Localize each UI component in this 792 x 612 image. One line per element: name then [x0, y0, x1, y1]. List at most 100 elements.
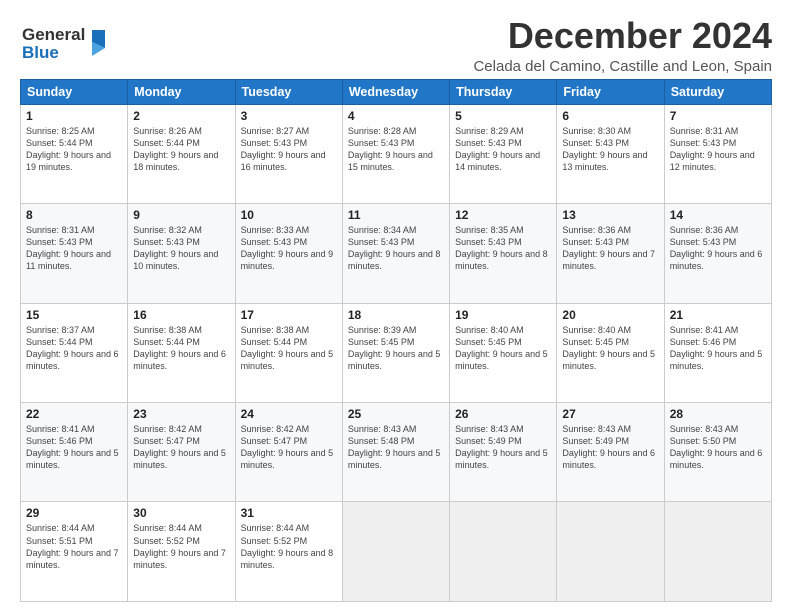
- day-number: 16: [133, 308, 229, 322]
- day-info: Sunrise: 8:44 AMSunset: 5:51 PMDaylight:…: [26, 522, 122, 571]
- day-number: 5: [455, 109, 551, 123]
- logo: General Blue: [20, 20, 110, 69]
- day-number: 10: [241, 208, 337, 222]
- day-number: 19: [455, 308, 551, 322]
- title-block: December 2024 Celada del Camino, Castill…: [473, 16, 772, 75]
- day-number: 27: [562, 407, 658, 421]
- table-row: 5 Sunrise: 8:29 AMSunset: 5:43 PMDaylight…: [450, 104, 557, 203]
- col-saturday: Saturday: [664, 79, 771, 104]
- calendar-week-2: 8 Sunrise: 8:31 AMSunset: 5:43 PMDaylight…: [21, 204, 772, 303]
- col-tuesday: Tuesday: [235, 79, 342, 104]
- day-info: Sunrise: 8:34 AMSunset: 5:43 PMDaylight:…: [348, 224, 444, 273]
- header: General Blue December 2024 Celada del Ca…: [20, 16, 772, 75]
- day-number: 29: [26, 506, 122, 520]
- table-row: 30 Sunrise: 8:44 AMSunset: 5:52 PMDayligh…: [128, 502, 235, 602]
- table-row: [664, 502, 771, 602]
- day-info: Sunrise: 8:43 AMSunset: 5:50 PMDaylight:…: [670, 423, 766, 472]
- day-number: 30: [133, 506, 229, 520]
- table-row: 1 Sunrise: 8:25 AMSunset: 5:44 PMDaylight…: [21, 104, 128, 203]
- day-info: Sunrise: 8:25 AMSunset: 5:44 PMDaylight:…: [26, 125, 122, 174]
- day-info: Sunrise: 8:31 AMSunset: 5:43 PMDaylight:…: [670, 125, 766, 174]
- month-title: December 2024: [473, 16, 772, 56]
- table-row: [342, 502, 449, 602]
- table-row: 3 Sunrise: 8:27 AMSunset: 5:43 PMDaylight…: [235, 104, 342, 203]
- day-info: Sunrise: 8:43 AMSunset: 5:49 PMDaylight:…: [562, 423, 658, 472]
- day-number: 25: [348, 407, 444, 421]
- table-row: 10 Sunrise: 8:33 AMSunset: 5:43 PMDayligh…: [235, 204, 342, 303]
- col-sunday: Sunday: [21, 79, 128, 104]
- svg-text:General: General: [22, 25, 85, 44]
- calendar-table: Sunday Monday Tuesday Wednesday Thursday…: [20, 79, 772, 602]
- day-info: Sunrise: 8:28 AMSunset: 5:43 PMDaylight:…: [348, 125, 444, 174]
- table-row: 14Sunrise: 8:36 AMSunset: 5:43 PMDayligh…: [664, 204, 771, 303]
- day-number: 15: [26, 308, 122, 322]
- table-row: 29 Sunrise: 8:44 AMSunset: 5:51 PMDayligh…: [21, 502, 128, 602]
- day-number: 21: [670, 308, 766, 322]
- col-friday: Friday: [557, 79, 664, 104]
- table-row: 22Sunrise: 8:41 AMSunset: 5:46 PMDayligh…: [21, 403, 128, 502]
- day-number: 12: [455, 208, 551, 222]
- table-row: 16 Sunrise: 8:38 AMSunset: 5:44 PMDayligh…: [128, 303, 235, 402]
- day-info: Sunrise: 8:37 AMSunset: 5:44 PMDaylight:…: [26, 324, 122, 373]
- day-number: 1: [26, 109, 122, 123]
- day-info: Sunrise: 8:31 AMSunset: 5:43 PMDaylight:…: [26, 224, 122, 273]
- day-number: 2: [133, 109, 229, 123]
- table-row: 17Sunrise: 8:38 AMSunset: 5:44 PMDayligh…: [235, 303, 342, 402]
- day-info: Sunrise: 8:32 AMSunset: 5:43 PMDaylight:…: [133, 224, 229, 273]
- col-wednesday: Wednesday: [342, 79, 449, 104]
- day-number: 4: [348, 109, 444, 123]
- day-number: 23: [133, 407, 229, 421]
- day-info: Sunrise: 8:41 AMSunset: 5:46 PMDaylight:…: [670, 324, 766, 373]
- day-info: Sunrise: 8:41 AMSunset: 5:46 PMDaylight:…: [26, 423, 122, 472]
- table-row: 13Sunrise: 8:36 AMSunset: 5:43 PMDayligh…: [557, 204, 664, 303]
- day-number: 9: [133, 208, 229, 222]
- day-info: Sunrise: 8:39 AMSunset: 5:45 PMDaylight:…: [348, 324, 444, 373]
- day-info: Sunrise: 8:36 AMSunset: 5:43 PMDaylight:…: [670, 224, 766, 273]
- day-number: 8: [26, 208, 122, 222]
- table-row: 20 Sunrise: 8:40 AMSunset: 5:45 PMDayligh…: [557, 303, 664, 402]
- day-info: Sunrise: 8:35 AMSunset: 5:43 PMDaylight:…: [455, 224, 551, 273]
- logo-text: General Blue: [20, 20, 110, 69]
- calendar-week-4: 22Sunrise: 8:41 AMSunset: 5:46 PMDayligh…: [21, 403, 772, 502]
- calendar-body: 1 Sunrise: 8:25 AMSunset: 5:44 PMDaylight…: [21, 104, 772, 601]
- table-row: 7 Sunrise: 8:31 AMSunset: 5:43 PMDaylight…: [664, 104, 771, 203]
- table-row: 4 Sunrise: 8:28 AMSunset: 5:43 PMDaylight…: [342, 104, 449, 203]
- table-row: 9 Sunrise: 8:32 AMSunset: 5:43 PMDaylight…: [128, 204, 235, 303]
- day-info: Sunrise: 8:43 AMSunset: 5:49 PMDaylight:…: [455, 423, 551, 472]
- day-info: Sunrise: 8:42 AMSunset: 5:47 PMDaylight:…: [133, 423, 229, 472]
- page: General Blue December 2024 Celada del Ca…: [0, 0, 792, 612]
- day-number: 6: [562, 109, 658, 123]
- day-info: Sunrise: 8:44 AMSunset: 5:52 PMDaylight:…: [133, 522, 229, 571]
- day-info: Sunrise: 8:40 AMSunset: 5:45 PMDaylight:…: [455, 324, 551, 373]
- table-row: 25Sunrise: 8:43 AMSunset: 5:48 PMDayligh…: [342, 403, 449, 502]
- day-number: 11: [348, 208, 444, 222]
- logo-svg: General Blue: [20, 20, 110, 64]
- day-info: Sunrise: 8:30 AMSunset: 5:43 PMDaylight:…: [562, 125, 658, 174]
- day-number: 3: [241, 109, 337, 123]
- table-row: [557, 502, 664, 602]
- table-row: 2 Sunrise: 8:26 AMSunset: 5:44 PMDaylight…: [128, 104, 235, 203]
- day-info: Sunrise: 8:33 AMSunset: 5:43 PMDaylight:…: [241, 224, 337, 273]
- table-row: 8 Sunrise: 8:31 AMSunset: 5:43 PMDaylight…: [21, 204, 128, 303]
- day-number: 7: [670, 109, 766, 123]
- table-row: 15 Sunrise: 8:37 AMSunset: 5:44 PMDayligh…: [21, 303, 128, 402]
- day-number: 20: [562, 308, 658, 322]
- table-row: 27 Sunrise: 8:43 AMSunset: 5:49 PMDayligh…: [557, 403, 664, 502]
- day-info: Sunrise: 8:27 AMSunset: 5:43 PMDaylight:…: [241, 125, 337, 174]
- table-row: 26Sunrise: 8:43 AMSunset: 5:49 PMDayligh…: [450, 403, 557, 502]
- day-info: Sunrise: 8:26 AMSunset: 5:44 PMDaylight:…: [133, 125, 229, 174]
- day-info: Sunrise: 8:40 AMSunset: 5:45 PMDaylight:…: [562, 324, 658, 373]
- day-info: Sunrise: 8:38 AMSunset: 5:44 PMDaylight:…: [133, 324, 229, 373]
- day-info: Sunrise: 8:42 AMSunset: 5:47 PMDaylight:…: [241, 423, 337, 472]
- table-row: 6 Sunrise: 8:30 AMSunset: 5:43 PMDaylight…: [557, 104, 664, 203]
- day-info: Sunrise: 8:44 AMSunset: 5:52 PMDaylight:…: [241, 522, 337, 571]
- day-number: 18: [348, 308, 444, 322]
- table-row: 23 Sunrise: 8:42 AMSunset: 5:47 PMDayligh…: [128, 403, 235, 502]
- table-row: 24Sunrise: 8:42 AMSunset: 5:47 PMDayligh…: [235, 403, 342, 502]
- day-info: Sunrise: 8:29 AMSunset: 5:43 PMDaylight:…: [455, 125, 551, 174]
- day-number: 31: [241, 506, 337, 520]
- table-row: 31 Sunrise: 8:44 AMSunset: 5:52 PMDayligh…: [235, 502, 342, 602]
- table-row: [450, 502, 557, 602]
- calendar-week-3: 15 Sunrise: 8:37 AMSunset: 5:44 PMDayligh…: [21, 303, 772, 402]
- table-row: 18 Sunrise: 8:39 AMSunset: 5:45 PMDayligh…: [342, 303, 449, 402]
